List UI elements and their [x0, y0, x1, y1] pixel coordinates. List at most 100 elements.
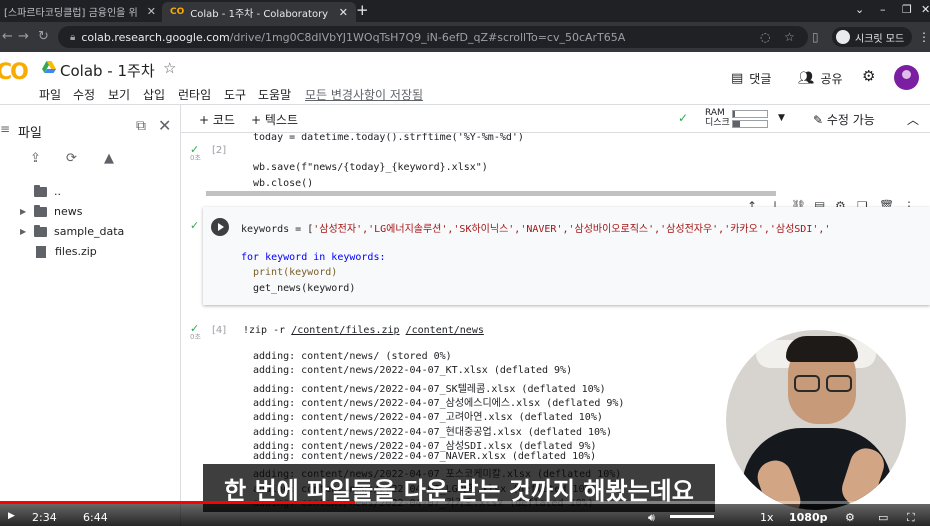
incognito-badge[interactable]: 시크릿 모드	[832, 27, 913, 47]
incognito-label: 시크릿 모드	[855, 33, 905, 45]
colab-logo[interactable]: CO	[0, 60, 29, 85]
sidebar-list-icon[interactable]: ≡	[0, 122, 10, 136]
drive-icon	[42, 61, 56, 73]
mount-drive-icon[interactable]: ▲	[104, 151, 114, 166]
code-line[interactable]: for keyword in keywords:	[241, 252, 386, 263]
connected-check-icon: ✓	[678, 111, 689, 125]
ram-bar	[732, 110, 768, 118]
chevron-down-icon[interactable]: ⌄	[855, 3, 864, 16]
upload-icon[interactable]: ⇪	[30, 151, 41, 166]
menu-insert[interactable]: 삽입	[143, 86, 165, 103]
refresh-folder-icon[interactable]: ⟳	[66, 151, 77, 166]
add-code-button[interactable]: + 코드	[199, 111, 235, 128]
tree-item-files-zip[interactable]: files.zip	[20, 245, 97, 258]
runtime-dropdown-icon[interactable]: ▼	[778, 113, 785, 123]
tree-item-label: sample_data	[54, 225, 125, 238]
open-in-tab-icon[interactable]: ⧉	[136, 118, 146, 134]
cell-exec-time: 0초	[190, 154, 201, 162]
expand-arrow-icon[interactable]: ▶	[20, 207, 34, 216]
menu-file[interactable]: 파일	[39, 86, 61, 103]
code-line[interactable]: !zip -r /content/files.zip /content/news	[243, 325, 484, 336]
expand-arrow-icon[interactable]: ▶	[20, 227, 34, 236]
url-field[interactable]: 🔒︎ colab.research.google.com /drive/1mg0…	[58, 26, 808, 48]
menu-tools[interactable]: 도구	[224, 86, 246, 103]
share-button[interactable]: 👥︎ 공유	[798, 70, 843, 87]
tree-item-news[interactable]: ▶ news	[20, 204, 83, 218]
horizontal-scrollbar[interactable]	[206, 191, 776, 196]
close-tab-icon[interactable]: ✕	[147, 5, 156, 18]
code-line[interactable]: keywords = ['삼성전자','LG에너지솔루션','SK하이닉스','…	[241, 220, 830, 235]
comment-button[interactable]: ▤ 댓글	[731, 70, 771, 87]
new-tab-icon[interactable]: +	[356, 1, 369, 19]
theater-icon[interactable]: ▭	[878, 511, 888, 524]
reload-icon[interactable]: ↻	[38, 29, 49, 44]
code-line[interactable]: print(keyword)	[253, 267, 337, 278]
cell-exec-time: 0초	[190, 333, 201, 341]
share-label: 공유	[820, 72, 843, 86]
tree-item-up[interactable]: ..	[20, 184, 61, 198]
volume-slider[interactable]	[670, 515, 714, 518]
comment-label: 댓글	[749, 72, 772, 86]
speed-label[interactable]: 1x	[760, 511, 774, 524]
current-time: 2:34	[32, 511, 57, 524]
cell-exec-count: [2]	[212, 145, 227, 156]
more-icon[interactable]: ⋮	[918, 30, 930, 44]
avatar[interactable]	[894, 65, 919, 90]
url-domain: colab.research.google.com	[81, 30, 230, 44]
disk-bar-fill	[733, 121, 740, 127]
minimize-icon[interactable]: –	[880, 3, 886, 16]
run-cell-button[interactable]	[211, 218, 229, 236]
volume-icon[interactable]: 🔊︎	[648, 511, 655, 525]
collapse-header-icon[interactable]: ︿	[907, 111, 919, 128]
tab-title: Colab - 1주차 - Colaboratory	[190, 8, 329, 20]
fullscreen-icon[interactable]: ⛶	[907, 511, 915, 525]
notebook-title[interactable]: Colab - 1주차	[60, 60, 155, 81]
cell-run-check-icon: ✓	[190, 219, 200, 232]
edit-mode-button[interactable]: ✎ 수정 가능	[813, 111, 875, 128]
comment-icon: ▤	[731, 71, 744, 86]
tab-colab[interactable]: CO Colab - 1주차 - Colaboratory ✕	[162, 2, 356, 22]
menu-edit[interactable]: 수정	[73, 86, 95, 103]
resource-labels[interactable]: RAM 디스크	[705, 108, 730, 128]
output-line: adding: content/news/ (stored 0%)	[253, 351, 452, 362]
sidebar-icon[interactable]: ▯	[812, 30, 819, 44]
tab-sparta[interactable]: [스파르타코딩클럽] 금융인을 위 ✕	[0, 0, 164, 22]
duration: 6:44	[83, 511, 108, 524]
output-line: adding: content/news/2022-04-07_고려아연.xls…	[253, 412, 603, 424]
edit-mode-label: 수정 가능	[826, 113, 875, 127]
tree-item-sample-data[interactable]: ▶ sample_data	[20, 224, 125, 238]
tree-item-label: news	[54, 205, 83, 218]
ram-bar-fill	[733, 111, 735, 117]
output-line: adding: content/news/2022-04-07_SK텔레콤.xl…	[253, 383, 606, 395]
output-line: adding: content/news/2022-04-07_삼성SDI.xl…	[253, 440, 597, 452]
menu-view[interactable]: 보기	[108, 86, 130, 103]
people-icon: 👥︎	[798, 71, 815, 86]
video-controls: ▶ 2:34 6:44 🔊︎ 1x 1080p ⚙ ▭ ⛶	[0, 504, 930, 526]
bookmark-star-icon[interactable]: ☆	[784, 30, 795, 44]
add-text-button[interactable]: + 텍스트	[251, 111, 298, 128]
quality-label[interactable]: 1080p	[789, 511, 828, 524]
settings-gear-icon[interactable]: ⚙	[862, 67, 875, 85]
close-window-icon[interactable]: ✕	[921, 3, 930, 16]
back-icon[interactable]: ←	[2, 29, 13, 44]
code-line[interactable]: wb.close()	[253, 178, 313, 189]
restore-icon[interactable]: ❐	[902, 3, 912, 16]
star-icon[interactable]: ☆	[163, 59, 176, 77]
menu-help[interactable]: 도움말	[258, 86, 291, 103]
output-line: adding: content/news/2022-04-07_현대중공업.xl…	[253, 426, 613, 438]
close-icon[interactable]: ✕	[158, 116, 171, 135]
code-line[interactable]: get_news(keyword)	[253, 283, 355, 294]
forward-icon[interactable]: →	[18, 29, 29, 44]
eye-off-icon[interactable]: ◌	[760, 30, 770, 44]
sidebar-title: 파일	[18, 126, 42, 141]
close-tab-icon[interactable]: ✕	[339, 6, 348, 19]
menu-runtime[interactable]: 런타임	[178, 86, 211, 103]
code-line[interactable]: wb.save(f"news/{today}_{keyword}.xlsx")	[253, 162, 488, 173]
settings-icon[interactable]: ⚙	[845, 511, 855, 524]
cell-exec-count: [4]	[212, 325, 227, 336]
play-icon[interactable]: ▶	[8, 511, 15, 521]
output-line: adding: content/news/2022-04-07_NAVER.xl…	[253, 451, 597, 463]
url-path: /drive/1mg0C8dIVbYJ1WOqTsH7Q9_iN-6efD_qZ…	[229, 30, 626, 44]
code-line[interactable]: today = datetime.today().strftime('%Y-%m…	[253, 133, 524, 143]
save-status-link[interactable]: 모든 변경사항이 저장됨	[305, 86, 423, 103]
